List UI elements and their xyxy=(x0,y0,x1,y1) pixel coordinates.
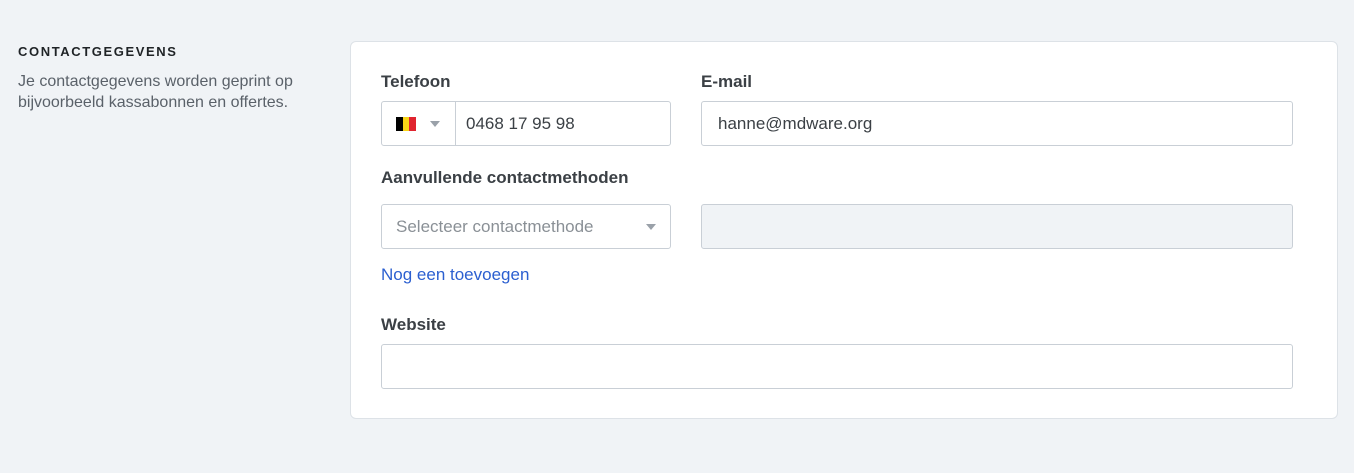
email-input[interactable]: hanne@mdware.org xyxy=(701,101,1293,146)
section-title: CONTACTGEGEVENS xyxy=(18,44,178,59)
contact-card: Telefoon 0468 17 95 98 E-mail hanne@mdwa… xyxy=(350,41,1338,419)
country-select[interactable] xyxy=(382,102,456,145)
website-input[interactable] xyxy=(381,344,1293,389)
contact-method-placeholder: Selecteer contactmethode xyxy=(396,216,594,236)
phone-input[interactable]: 0468 17 95 98 xyxy=(456,114,575,134)
flag-stripe-yellow xyxy=(402,116,410,131)
additional-methods-label: Aanvullende contactmethoden xyxy=(381,168,629,187)
belgium-flag-icon xyxy=(396,116,417,131)
flag-stripe-red xyxy=(409,116,417,131)
add-another-link[interactable]: Nog een toevoegen xyxy=(381,265,529,285)
email-label: E-mail xyxy=(701,72,753,91)
flag-stripe-black xyxy=(396,116,403,131)
contact-method-select[interactable]: Selecteer contactmethode xyxy=(381,204,671,249)
chevron-down-icon xyxy=(646,224,656,230)
phone-label: Telefoon xyxy=(381,72,451,91)
section-description: Je contactgegevens worden geprint op bij… xyxy=(18,73,293,111)
section-info: CONTACTGEGEVENS Je contactgegevens worde… xyxy=(18,44,328,113)
phone-field: 0468 17 95 98 xyxy=(381,101,671,146)
chevron-down-icon xyxy=(430,120,440,127)
contact-method-value-input[interactable] xyxy=(701,204,1293,249)
website-label: Website xyxy=(381,315,446,334)
